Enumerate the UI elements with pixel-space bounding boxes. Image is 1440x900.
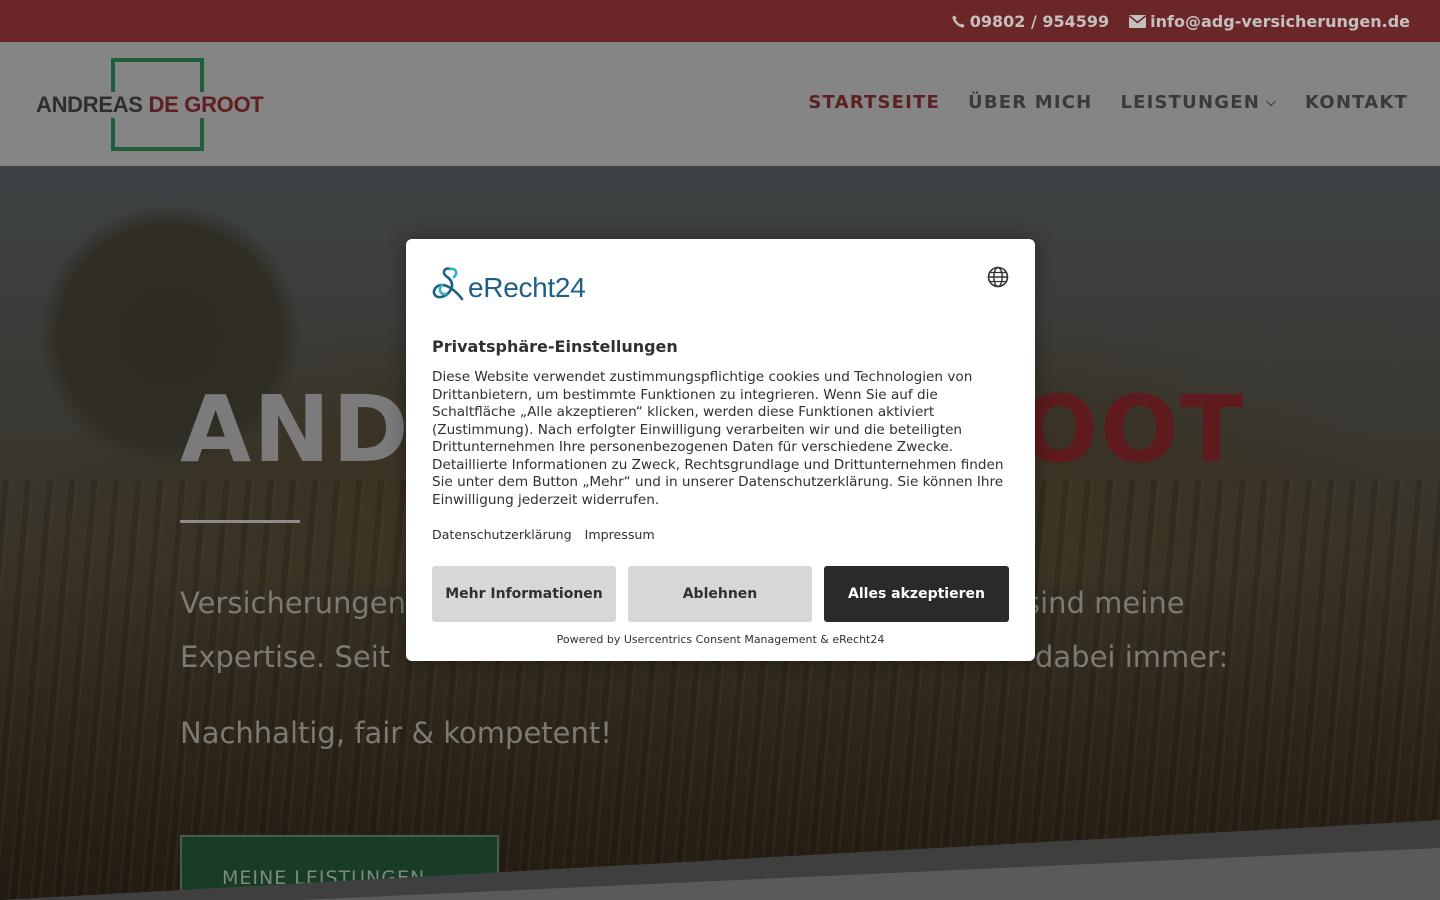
decline-button[interactable]: Ablehnen (628, 566, 812, 622)
consent-buttons: Mehr Informationen Ablehnen Alles akzept… (432, 566, 1009, 622)
nav-item-leistungen: LEISTUNGEN (1120, 92, 1260, 113)
consent-dialog: eRecht24 Privatsphäre-Einstellungen Dies… (406, 239, 1035, 661)
powered-by-text: Powered by Usercentrics Consent Manageme… (556, 633, 885, 646)
nav-item-startseite[interactable]: STARTSEITE (808, 92, 940, 113)
hero-title-right: OOT (1020, 376, 1246, 483)
erecht24-logo: eRecht24 (432, 265, 586, 303)
hero-divider (180, 520, 300, 523)
privacy-policy-link[interactable]: Datenschutzerklärung (432, 527, 572, 542)
accept-all-button[interactable]: Alles akzeptieren (824, 566, 1009, 622)
nav-item-leistungen-wrap[interactable]: LEISTUNGEN ⌵ (1120, 92, 1277, 113)
hero-title-left: AND (180, 376, 411, 483)
hero-lead-line1-right: sind meine (1025, 586, 1185, 620)
more-information-button[interactable]: Mehr Informationen (432, 566, 616, 622)
hero-bottom-divider (0, 820, 1440, 900)
phone-link[interactable]: 09802 / 954599 (951, 12, 1109, 31)
consent-text: Diese Website verwendet zustimmungspflic… (432, 369, 1004, 508)
imprint-link[interactable]: Impressum (585, 527, 655, 542)
brand-name: eRecht24 (468, 272, 586, 303)
phone-number: 09802 / 954599 (969, 11, 1110, 31)
nav-item-kontakt[interactable]: KONTAKT (1305, 92, 1408, 113)
logo-text-second: DE GROOT (148, 92, 264, 117)
consent-links: Datenschutzerklärung Impressum (432, 527, 655, 542)
hero-lead-line1-left: Versicherungen (180, 586, 406, 620)
site-logo[interactable]: ANDREAS DE GROOT (34, 58, 284, 152)
hero-lead-line2-right: dabei immer: (1035, 640, 1229, 674)
email-link[interactable]: info@adg-versicherungen.de (1129, 12, 1410, 31)
envelope-icon (1129, 14, 1147, 28)
site-header: ANDREAS DE GROOT STARTSEITE ÜBER MICH LE… (0, 42, 1440, 166)
nav-item-ueber-mich[interactable]: ÜBER MICH (968, 92, 1092, 113)
hero-title: AND OOT (180, 376, 1243, 483)
globe-icon[interactable] (987, 266, 1009, 288)
hero-lead-line2-left: Expertise. Seit (180, 640, 391, 674)
phone-icon (952, 14, 965, 28)
consent-title: Privatsphäre-Einstellungen (432, 337, 678, 356)
erecht24-emblem-icon (432, 267, 464, 301)
top-bar: 09802 / 954599 info@adg-versicherungen.d… (0, 0, 1440, 42)
hero-motto: Nachhaltig, fair & kompetent! (180, 716, 612, 750)
main-nav: STARTSEITE ÜBER MICH LEISTUNGEN ⌵ KONTAKT (808, 92, 1408, 113)
logo-text-first: ANDREAS (36, 92, 143, 117)
logo-text: ANDREAS DE GROOT (34, 92, 266, 118)
chevron-down-icon: ⌵ (1265, 95, 1278, 110)
email-address: info@adg-versicherungen.de (1150, 11, 1410, 31)
